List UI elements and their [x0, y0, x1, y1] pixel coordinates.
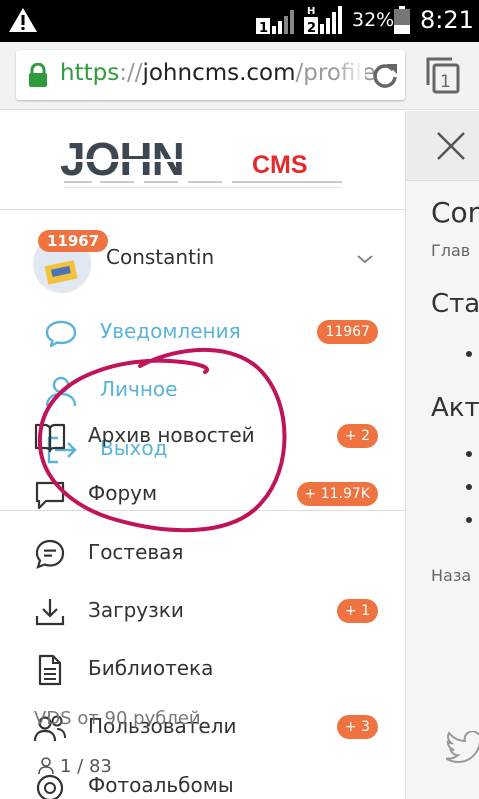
- url-separator: ://: [119, 60, 143, 86]
- lock-icon: [29, 63, 47, 87]
- status-bar: 1 H 2 32% 8:21: [0, 0, 479, 42]
- sim2-label: 2: [307, 21, 316, 34]
- page-title: Con: [431, 196, 479, 229]
- background-page: Con Глав Стат Акти Наза: [406, 111, 479, 799]
- twitter-icon[interactable]: [446, 731, 479, 763]
- forum-icon: [35, 481, 65, 510]
- clock: 8:21: [420, 6, 474, 34]
- url-host: johncms.com: [142, 60, 296, 86]
- list-bullet: [466, 517, 472, 523]
- ad-link[interactable]: VDS от 90 рублей: [34, 708, 201, 729]
- book-icon: [34, 423, 66, 453]
- battery-icon: [394, 6, 410, 34]
- count-badge: + 2: [336, 424, 378, 448]
- document-icon: [38, 654, 62, 686]
- notification-count-badge: 11967: [38, 230, 109, 252]
- divider: [0, 510, 405, 511]
- count-badge: 11967: [317, 320, 378, 344]
- menu-item-personal[interactable]: Личное: [0, 365, 405, 415]
- download-icon: [35, 599, 65, 626]
- close-icon[interactable]: [434, 129, 468, 163]
- menu-item-label: Форум: [88, 481, 158, 505]
- navigation-drawer: JOHN CMS 11967 Constantin Уведомления 11…: [0, 111, 406, 799]
- menu-item-label: Гостевая: [88, 540, 184, 564]
- menu-item-forum[interactable]: Форум + 11.97K: [0, 469, 405, 519]
- reload-icon[interactable]: [371, 61, 399, 89]
- menu-item-downloads[interactable]: Загрузки + 1: [0, 586, 405, 636]
- menu-item-label: Загрузки: [88, 598, 184, 622]
- logo-suffix-text: CMS: [252, 151, 308, 179]
- user-icon: [38, 757, 54, 775]
- back-link[interactable]: Наза: [431, 566, 471, 585]
- signal-icon: H 2: [304, 6, 342, 34]
- chevron-down-icon[interactable]: [356, 253, 374, 265]
- tab-switcher-icon[interactable]: 1: [424, 55, 462, 95]
- list-bullet: [466, 451, 472, 457]
- browser-toolbar: https://johncms.com/profile 1: [0, 42, 479, 110]
- warning-icon: [9, 8, 37, 32]
- guestbook-icon: [35, 539, 65, 569]
- count-badge: + 11.97K: [296, 482, 378, 506]
- menu-item-label: Библиотека: [88, 656, 214, 680]
- section-heading: Стат: [431, 289, 479, 319]
- chat-bubble-icon: [45, 320, 77, 348]
- section-heading: Акти: [431, 393, 479, 423]
- divider: [0, 209, 405, 210]
- count-badge: + 3: [336, 715, 378, 739]
- list-bullet: [466, 484, 472, 490]
- url-scheme: https: [60, 60, 120, 86]
- sim1-label: 1: [259, 21, 268, 34]
- menu-item-guestbook[interactable]: Гостевая: [0, 528, 405, 578]
- signal-icon: 1: [256, 10, 294, 34]
- menu-item-label: Архив новостей: [88, 423, 255, 447]
- menu-item-library[interactable]: Библиотека: [0, 644, 405, 694]
- username[interactable]: Constantin: [106, 245, 214, 269]
- online-counter[interactable]: 1 / 83: [38, 756, 112, 777]
- breadcrumb[interactable]: Глав: [431, 241, 470, 260]
- menu-item-label: Личное: [100, 377, 178, 401]
- menu-item-news-archive[interactable]: Архив новостей + 2: [0, 411, 405, 461]
- network-type-label: H: [307, 6, 315, 17]
- online-count: 1 / 83: [60, 756, 112, 777]
- johncms-logo[interactable]: JOHN CMS: [60, 137, 350, 193]
- url-text[interactable]: https://johncms.com/profile: [60, 60, 376, 86]
- menu-item-notifications[interactable]: Уведомления 11967: [0, 307, 405, 357]
- menu-item-label: Уведомления: [100, 319, 241, 343]
- list-bullet: [466, 351, 472, 357]
- count-badge: + 1: [336, 599, 378, 623]
- battery-percent: 32%: [352, 9, 395, 31]
- user-icon: [45, 376, 77, 407]
- tab-count: 1: [440, 72, 451, 92]
- url-bar[interactable]: https://johncms.com/profile: [16, 50, 405, 100]
